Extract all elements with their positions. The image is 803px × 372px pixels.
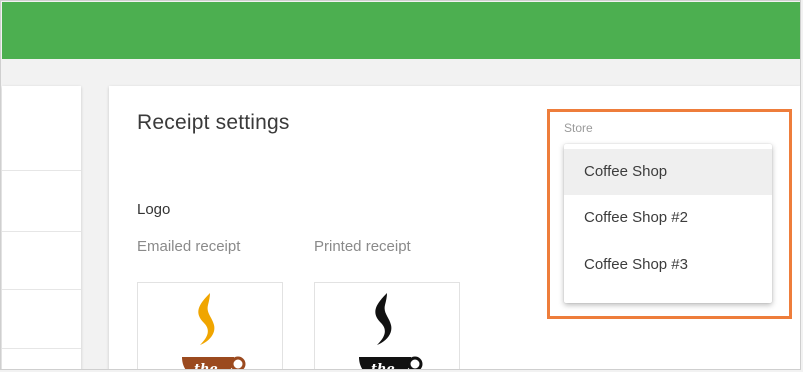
printed-receipt-label: Printed receipt <box>314 238 411 255</box>
left-nav-divider <box>2 348 81 349</box>
emailed-logo-upload[interactable]: the <box>137 282 283 370</box>
left-nav-divider <box>2 231 81 232</box>
annotation-highlight-box <box>547 109 792 319</box>
emailed-receipt-label: Emailed receipt <box>137 238 241 255</box>
left-nav-divider <box>2 170 81 171</box>
header-bar <box>2 2 800 59</box>
coffee-logo-color-icon: the <box>182 293 246 370</box>
coffee-logo-black-icon: the <box>359 293 423 370</box>
printed-logo-upload[interactable]: the <box>314 282 460 370</box>
app-window: Receipt settings Logo Emailed receipt Pr… <box>0 0 801 370</box>
emailed-logo-text: the <box>194 362 218 370</box>
page-title: Receipt settings <box>137 111 290 134</box>
left-nav-divider <box>2 289 81 290</box>
printed-logo-text: the <box>371 362 395 370</box>
logo-heading: Logo <box>137 201 171 218</box>
left-nav-panel <box>2 86 81 369</box>
